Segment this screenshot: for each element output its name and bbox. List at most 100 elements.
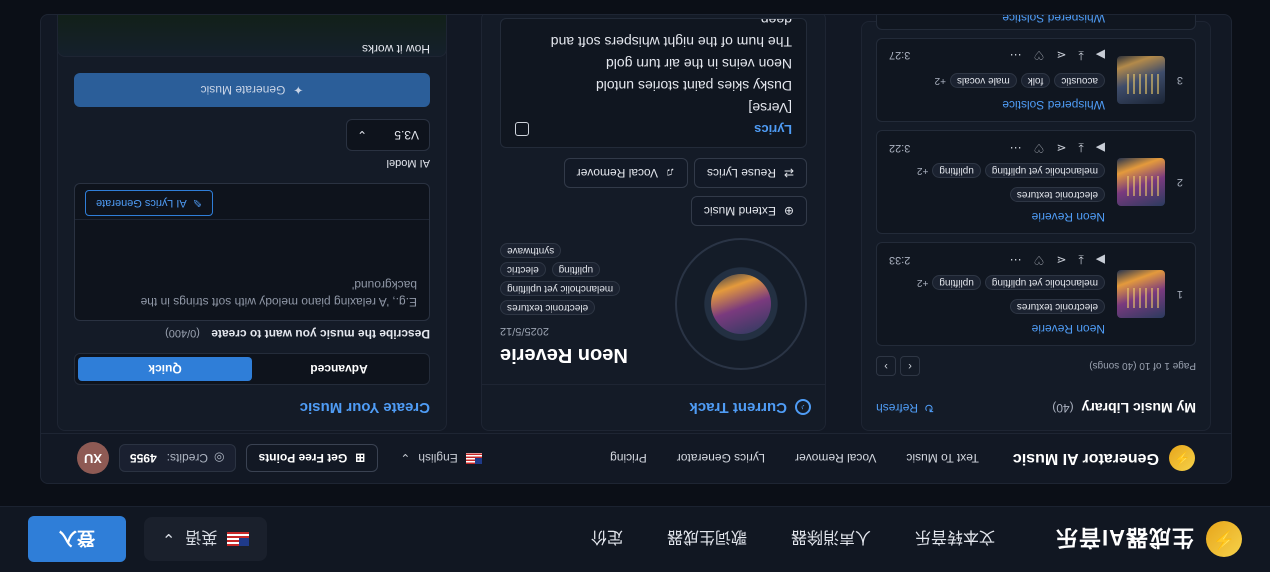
- track-actions: ⊕ Extend Music ⇄ Reuse Lyrics ♫ Vocal Re…: [482, 158, 825, 226]
- model-select[interactable]: V3.5 ⌄: [346, 119, 430, 151]
- mode-advanced-tab[interactable]: Advanced: [252, 357, 426, 381]
- play-icon[interactable]: ▶: [1096, 253, 1105, 267]
- get-free-points-button[interactable]: ⊞ Get Free Points: [245, 444, 379, 473]
- extend-music-label: Extend Music: [703, 204, 776, 218]
- next-page-button[interactable]: ›: [876, 356, 896, 376]
- app-language-selector[interactable]: English ⌄: [400, 452, 482, 466]
- page-root: ⚡ 生成器AI音乐 文本转音乐 人声消除器 歌词生成器 定价 英语 ⌄ 登入 ⚡…: [0, 0, 1270, 572]
- download-icon[interactable]: ⤓: [1078, 140, 1083, 155]
- song-title[interactable]: Whispered Solstice: [889, 98, 1105, 112]
- more-icon[interactable]: ⋯: [1010, 49, 1022, 63]
- app-title[interactable]: Generator AI Music: [1013, 450, 1159, 468]
- share-icon[interactable]: ⋖: [1056, 253, 1066, 267]
- song-body: Whispered Solstice acoustic folk male vo…: [889, 48, 1105, 112]
- app-nav-pricing[interactable]: Pricing: [610, 452, 647, 466]
- song-item[interactable]: Whispered Solstice: [876, 14, 1196, 30]
- song-duration: 2:33: [889, 253, 911, 266]
- reuse-lyrics-button[interactable]: ⇄ Reuse Lyrics: [694, 158, 807, 188]
- app-nav-text-to-music[interactable]: Text To Music: [906, 452, 978, 466]
- song-item[interactable]: 2 Neon Reverie electronic textures melan…: [876, 130, 1196, 234]
- more-tags: +2: [916, 277, 929, 289]
- song-number: 2: [1176, 176, 1183, 188]
- nav-lyrics-generator[interactable]: 歌词生成器: [667, 528, 747, 552]
- sparkle-icon: ✦: [293, 83, 304, 97]
- generate-label: Generate Music: [200, 83, 286, 97]
- song-body: Neon Reverie electronic textures melanch…: [889, 252, 1105, 336]
- song-tag: male vocals: [949, 73, 1017, 88]
- share-icon[interactable]: ⋖: [1056, 49, 1066, 63]
- current-track-header: ♪ Current Track: [482, 385, 825, 430]
- header-actions: English ⌄ ⊞ Get Free Points ◎ Credits: 4…: [77, 442, 482, 475]
- ai-lyrics-generate-button[interactable]: ✎ AI Lyrics Generate: [85, 190, 213, 216]
- heart-icon[interactable]: ♡: [1034, 141, 1045, 155]
- page-info: Page 1 of 10 (40 songs): [1089, 360, 1196, 372]
- song-actions: ▶ ⤓ ⋖ ♡ ⋯ 3:22: [889, 140, 1105, 156]
- more-icon[interactable]: ⋯: [1010, 253, 1022, 267]
- song-cover[interactable]: [1117, 56, 1165, 104]
- track-tags: electronic textures melancholic yet upli…: [500, 243, 621, 315]
- music-note-icon: ♪: [795, 399, 811, 416]
- song-tag: uplifting: [932, 275, 981, 291]
- download-icon[interactable]: ⤓: [1078, 48, 1083, 63]
- heart-icon[interactable]: ♡: [1034, 253, 1045, 267]
- action-line: ⇄ Reuse Lyrics ♫ Vocal Remover: [563, 158, 807, 188]
- repeat-icon: ⇄: [783, 166, 794, 180]
- track-date: 2025/5/12: [500, 325, 549, 337]
- song-number: 3: [1176, 74, 1183, 86]
- mode-quick-tab[interactable]: Quick: [78, 357, 252, 381]
- song-tag: electronic textures: [1009, 186, 1105, 202]
- lyric-line: deep: [760, 18, 792, 28]
- model-label: AI Model: [386, 157, 430, 169]
- extend-music-button[interactable]: ⊕ Extend Music: [690, 196, 807, 226]
- nav-vocal-remover[interactable]: 人声消除器: [791, 528, 871, 552]
- song-list: 1 Neon Reverie electronic textures melan…: [862, 14, 1210, 346]
- prev-page-button[interactable]: ‹: [900, 356, 920, 376]
- vocal-remover-button[interactable]: ♫ Vocal Remover: [563, 158, 689, 188]
- ai-lyrics-label: AI Lyrics Generate: [96, 197, 187, 209]
- credits-badge: ◎ Credits: 4955: [119, 444, 236, 473]
- more-tags: +2: [916, 165, 929, 177]
- nav-text-to-music[interactable]: 文本转音乐: [915, 528, 995, 552]
- song-title[interactable]: Neon Reverie: [889, 210, 1105, 224]
- song-item[interactable]: 1 Neon Reverie electronic textures melan…: [876, 242, 1196, 346]
- login-button[interactable]: 登入: [28, 516, 126, 563]
- track-tag: electronic textures: [500, 300, 596, 315]
- site-logo-text[interactable]: 生成器AI音乐: [1055, 524, 1194, 556]
- vinyl-disc[interactable]: [675, 238, 807, 370]
- library-count: (40): [1052, 401, 1074, 415]
- tag-row: uplifting electric: [500, 262, 601, 277]
- language-selector[interactable]: 英语 ⌄: [144, 517, 268, 562]
- play-icon[interactable]: ▶: [1096, 49, 1105, 63]
- song-tags: acoustic folk male vocals +2: [889, 73, 1105, 88]
- song-tag: electronic textures: [1009, 298, 1105, 314]
- microphone-icon: ♫: [666, 166, 676, 180]
- song-cover[interactable]: [1117, 270, 1165, 318]
- avatar[interactable]: XU: [77, 442, 109, 475]
- download-icon[interactable]: ⤓: [1078, 252, 1083, 267]
- chevron-down-icon: ⌄: [357, 128, 368, 142]
- song-title[interactable]: Neon Reverie: [889, 322, 1105, 336]
- app-logo-icon[interactable]: ⚡: [1169, 445, 1195, 472]
- model-value: V3.5: [394, 128, 419, 142]
- chevron-down-icon: ⌄: [162, 530, 176, 548]
- tag-row: melancholic yet uplifting: [500, 281, 621, 296]
- play-icon[interactable]: ▶: [1096, 141, 1105, 155]
- share-icon[interactable]: ⋖: [1056, 141, 1066, 155]
- song-item[interactable]: 3 Whispered Solstice acoustic folk male …: [876, 38, 1196, 122]
- refresh-button[interactable]: ↻ Refresh: [876, 401, 934, 415]
- description-input[interactable]: E.g., 'A relaxing piano melody with soft…: [74, 183, 430, 321]
- nav-pricing[interactable]: 定价: [591, 528, 623, 552]
- more-tags: +2: [934, 75, 946, 86]
- more-icon[interactable]: ⋯: [1010, 141, 1022, 155]
- heart-icon[interactable]: ♡: [1034, 49, 1045, 63]
- app-nav-lyrics-generator[interactable]: Lyrics Generator: [677, 452, 765, 466]
- track-cover: [711, 274, 771, 334]
- app-nav-vocal-remover[interactable]: Vocal Remover: [795, 452, 876, 466]
- generate-music-button[interactable]: ✦ Generate Music: [74, 73, 430, 107]
- song-tag: acoustic: [1054, 73, 1105, 88]
- song-title[interactable]: Whispered Solstice: [1002, 14, 1105, 25]
- copy-icon[interactable]: [515, 122, 529, 137]
- gift-icon: ⊞: [355, 451, 366, 466]
- logo-icon[interactable]: ⚡: [1206, 521, 1242, 558]
- song-cover[interactable]: [1117, 158, 1165, 206]
